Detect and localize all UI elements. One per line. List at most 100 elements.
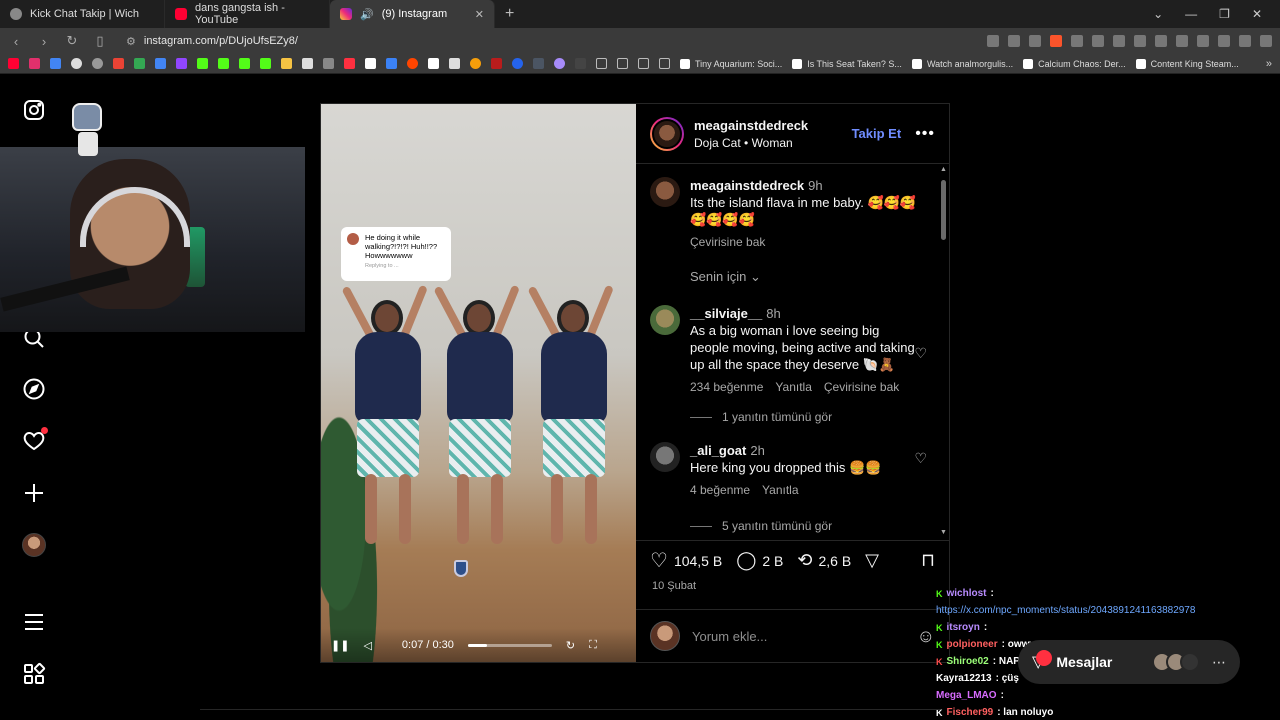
bookmark-icon[interactable] [344, 58, 355, 69]
add-comment-input[interactable] [692, 628, 905, 644]
docs-icon[interactable] [155, 58, 166, 69]
puzzle-icon[interactable] [1197, 35, 1209, 47]
comment-avatar[interactable] [650, 305, 680, 335]
folder-icon[interactable] [659, 58, 670, 69]
extension-icon[interactable] [1134, 35, 1146, 47]
hamburger-menu-icon[interactable] [22, 610, 46, 634]
author-username[interactable]: meagainstdedreck [694, 118, 808, 133]
forward-icon[interactable]: › [36, 34, 52, 49]
instagram-icon[interactable] [29, 58, 40, 69]
video-progress-bar[interactable] [467, 643, 552, 647]
reel-video[interactable]: He doing it while walking?!?!?! Huh!!?? … [321, 104, 636, 662]
twitch-icon[interactable] [176, 58, 187, 69]
gmail-icon[interactable] [113, 58, 124, 69]
author-avatar[interactable] [650, 116, 684, 151]
like-count[interactable]: 4 beğenme [690, 482, 750, 499]
emoji-icon[interactable]: ☺ [917, 626, 935, 647]
screen-cast-icon[interactable] [987, 35, 999, 47]
bookmark-icon[interactable] [470, 58, 481, 69]
reddit-icon[interactable] [407, 58, 418, 69]
translate-link[interactable]: Çevirisine bak [690, 234, 765, 251]
bookmark-icon[interactable]: ▯ [92, 33, 108, 49]
bookmark-icon[interactable] [428, 58, 439, 69]
like-heart-icon[interactable]: ♡ [914, 450, 927, 467]
extension-icon[interactable] [1155, 35, 1167, 47]
bookmark-icon[interactable] [575, 58, 586, 69]
back-icon[interactable]: ‹ [8, 34, 24, 49]
like-action[interactable]: ♡ 104,5 B [650, 548, 722, 573]
site-settings-icon[interactable]: ⚙ [126, 35, 136, 48]
chat-link[interactable]: https://x.com/npc_moments/status/2043891… [936, 605, 1195, 616]
comment-avatar[interactable] [650, 177, 680, 207]
new-tab-button[interactable]: + [495, 5, 524, 23]
close-icon[interactable]: ✕ [475, 8, 484, 21]
folder-icon[interactable] [638, 58, 649, 69]
like-count[interactable]: 234 beğenme [690, 379, 763, 396]
minimize-icon[interactable]: — [1185, 7, 1197, 21]
save-action[interactable]: ⊓ [921, 550, 935, 571]
globe-icon[interactable] [71, 58, 82, 69]
like-heart-icon[interactable]: ♡ [914, 345, 927, 362]
bookmark-icon[interactable] [50, 58, 61, 69]
repost-action[interactable]: ⟲ 2,6 B [797, 550, 851, 571]
loop-icon[interactable]: ↻ [566, 639, 575, 652]
bookmark-icon[interactable] [554, 58, 565, 69]
folder-icon[interactable] [596, 58, 607, 69]
extension-icon[interactable] [1176, 35, 1188, 47]
chevron-down-icon[interactable]: ⌄ [1153, 7, 1163, 21]
view-replies[interactable]: 5 yanıtın tümünü gör [690, 519, 935, 533]
profile-avatar[interactable] [22, 533, 46, 557]
tab-youtube[interactable]: dans gangsta ish - YouTube [165, 0, 330, 28]
reload-icon[interactable]: ↻ [64, 33, 80, 49]
audio-info[interactable]: Doja Cat • Woman [694, 136, 808, 150]
bookmark-link[interactable]: Tiny Aquarium: Soci... [680, 58, 782, 69]
tab-kick-chat[interactable]: Kick Chat Takip | Wich [0, 0, 165, 28]
view-replies[interactable]: 1 yanıtın tümünü gör [690, 410, 935, 424]
share-icon[interactable] [1029, 35, 1041, 47]
comments-scrollbar[interactable]: ▲ ▼ [939, 166, 947, 536]
kick-icon[interactable] [218, 58, 229, 69]
kick-icon[interactable] [239, 58, 250, 69]
instagram-logo-icon[interactable] [22, 98, 46, 122]
bookmark-icon[interactable] [533, 58, 544, 69]
pause-icon[interactable]: ❚❚ [331, 639, 349, 652]
kick-icon[interactable] [260, 58, 271, 69]
scroll-down-arrow[interactable]: ▼ [940, 529, 947, 536]
kick-icon[interactable] [197, 58, 208, 69]
comment-username[interactable]: _ali_goat [690, 443, 746, 458]
extension-icon[interactable] [1071, 35, 1083, 47]
volume-icon[interactable]: ◁ [363, 639, 371, 652]
bookmark-icon[interactable] [491, 58, 502, 69]
zoom-icon[interactable] [1008, 35, 1020, 47]
youtube-icon[interactable] [8, 58, 19, 69]
share-action[interactable]: ▽ [865, 550, 879, 571]
bookmark-link[interactable]: Is This Seat Taken? S... [792, 58, 902, 69]
comment-username[interactable]: meagainstdedreck [690, 178, 804, 193]
restore-icon[interactable]: ❐ [1219, 7, 1230, 21]
bookmark-icon[interactable] [323, 58, 334, 69]
bookmark-link[interactable]: Content King Steam... [1135, 58, 1239, 69]
bookmark-icon[interactable] [281, 58, 292, 69]
bookmark-link[interactable]: Watch analmorgulis... [911, 58, 1013, 69]
tab-instagram[interactable]: 🔊 (9) Instagram ✕ [330, 0, 495, 28]
follow-button[interactable]: Takip Et [852, 126, 902, 141]
notifications-heart-icon[interactable] [22, 427, 48, 453]
menu-icon[interactable] [1260, 35, 1272, 47]
messages-pill[interactable]: ▽ Mesajlar ⋯ [1018, 640, 1240, 684]
scroll-thumb[interactable] [941, 180, 946, 240]
translate-link[interactable]: Çevirisine bak [824, 379, 899, 396]
bookmark-icon[interactable] [449, 58, 460, 69]
bookmark-link[interactable]: Calcium Chaos: Der... [1023, 58, 1126, 69]
reply-link[interactable]: Yanıtla [762, 482, 798, 499]
media-icon[interactable] [1239, 35, 1251, 47]
anchor-icon[interactable] [302, 58, 313, 69]
fullscreen-icon[interactable]: ⛶ [589, 639, 597, 652]
globe-icon[interactable] [92, 58, 103, 69]
create-plus-icon[interactable] [22, 481, 46, 505]
extension-icon[interactable] [1092, 35, 1104, 47]
more-options-icon[interactable]: ••• [915, 125, 935, 143]
comment-action[interactable]: ◯ 2 B [736, 550, 783, 571]
for-you-filter[interactable]: Senin için ⌄ [690, 269, 935, 285]
drive-icon[interactable] [134, 58, 145, 69]
more-bookmarks-icon[interactable]: » [1266, 58, 1272, 70]
